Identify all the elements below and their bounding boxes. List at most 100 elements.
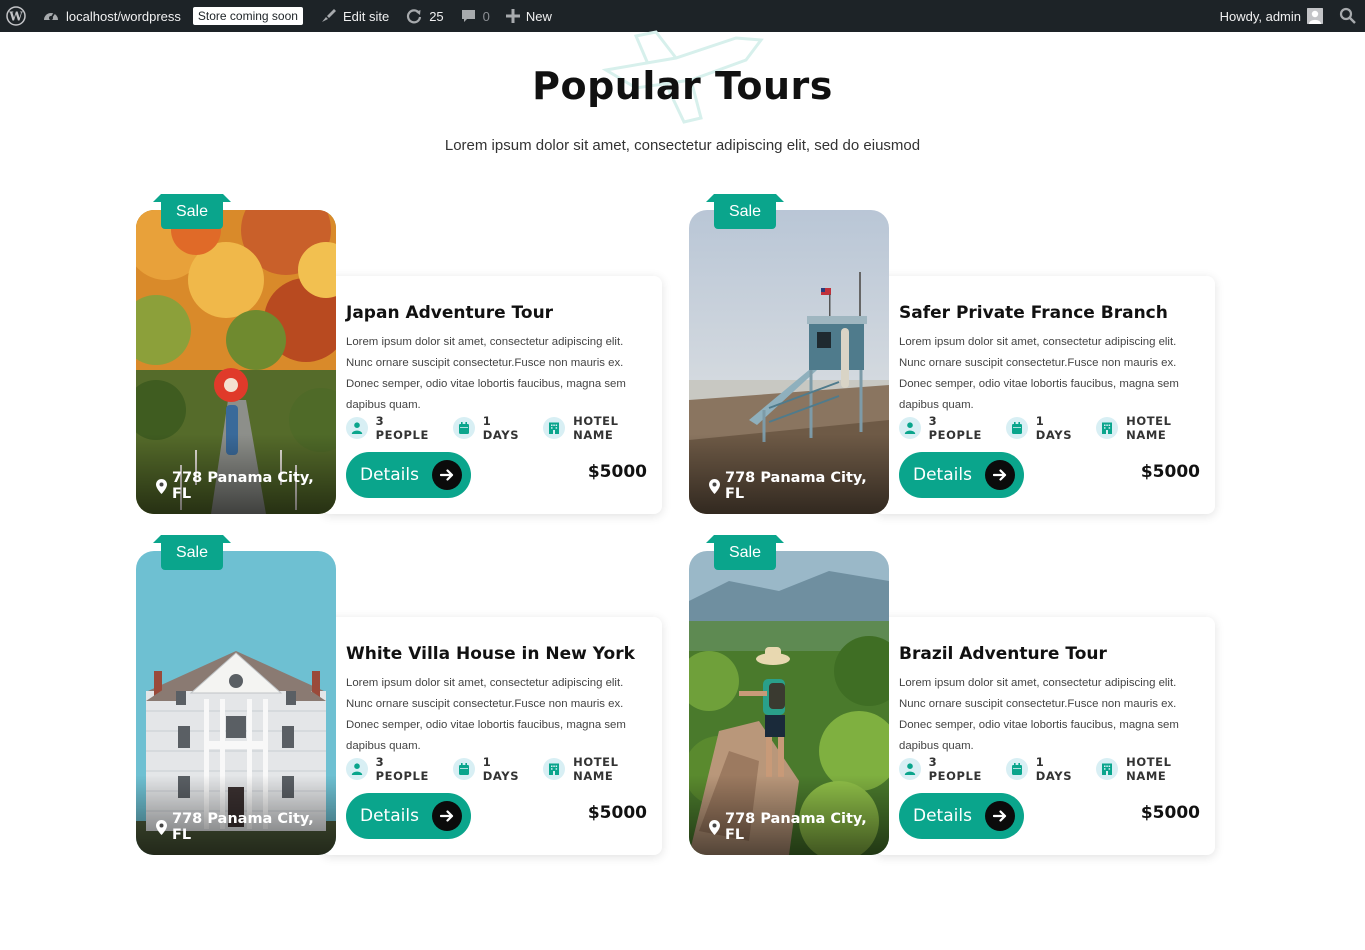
details-button[interactable]: Details bbox=[899, 452, 1024, 498]
tour-hotel: HOTEL NAME bbox=[1096, 755, 1215, 783]
map-pin-icon bbox=[709, 819, 720, 835]
refresh-icon bbox=[405, 7, 423, 25]
hotel-icon bbox=[1096, 758, 1119, 780]
tour-people-text: 3 PEOPLE bbox=[928, 414, 982, 442]
brush-icon bbox=[319, 7, 337, 25]
sale-tag: Sale bbox=[714, 202, 776, 229]
tour-people: 3 PEOPLE bbox=[899, 755, 994, 783]
tour-hotel: HOTEL NAME bbox=[1096, 414, 1215, 442]
tour-image-japan[interactable]: 778 Panama City, FL bbox=[136, 210, 336, 514]
details-button-label: Details bbox=[913, 806, 972, 826]
sale-tag-label: Sale bbox=[175, 203, 209, 220]
tour-days: 1 DAYS bbox=[1006, 755, 1084, 783]
sale-tag: Sale bbox=[161, 202, 223, 229]
tour-title[interactable]: Safer Private France Branch bbox=[899, 303, 1168, 323]
edit-site-link[interactable]: Edit site bbox=[311, 0, 397, 32]
my-account-menu[interactable]: Howdy, admin bbox=[1212, 0, 1331, 32]
tour-description: Lorem ipsum dolor sit amet, consectetur … bbox=[899, 677, 1179, 752]
tour-image-france[interactable]: 778 Panama City, FL bbox=[689, 210, 889, 514]
admin-bar: W localhost/wordpress Store coming soon … bbox=[0, 0, 1365, 32]
tour-location: 778 Panama City, FL bbox=[156, 470, 336, 502]
tour-hotel-text: HOTEL NAME bbox=[1126, 414, 1172, 442]
sale-tag-label: Sale bbox=[728, 203, 762, 220]
tour-people-text: 3 PEOPLE bbox=[375, 414, 429, 442]
calendar-icon bbox=[1006, 758, 1028, 780]
details-button-label: Details bbox=[913, 465, 972, 485]
tour-people: 3 PEOPLE bbox=[346, 414, 441, 442]
tour-location: 778 Panama City, FL bbox=[709, 811, 889, 843]
new-content-menu[interactable]: New bbox=[498, 0, 560, 32]
admin-search-button[interactable] bbox=[1331, 0, 1365, 32]
tour-people: 3 PEOPLE bbox=[346, 755, 441, 783]
comments-count: 0 bbox=[482, 8, 490, 24]
store-status-link[interactable]: Store coming soon bbox=[189, 0, 311, 32]
tour-title[interactable]: Japan Adventure Tour bbox=[346, 303, 553, 323]
sale-tag: Sale bbox=[161, 543, 223, 570]
section-subtitle: Lorem ipsum dolor sit amet, consectetur … bbox=[444, 137, 921, 154]
new-label: New bbox=[525, 8, 552, 24]
details-button-label: Details bbox=[360, 806, 419, 826]
tour-days-text: 1 DAYS bbox=[1035, 414, 1073, 442]
tour-location-text: 778 Panama City, FL bbox=[725, 470, 867, 502]
tour-days-text: 1 DAYS bbox=[482, 414, 520, 442]
comments-link[interactable]: 0 bbox=[452, 0, 498, 32]
person-icon bbox=[899, 417, 921, 439]
tour-location: 778 Panama City, FL bbox=[709, 470, 889, 502]
details-button[interactable]: Details bbox=[899, 793, 1024, 839]
tour-description: Lorem ipsum dolor sit amet, consectetur … bbox=[346, 677, 626, 752]
arrow-right-icon bbox=[985, 460, 1015, 490]
tour-meta: 3 PEOPLE 1 DAYS HOTEL NAME bbox=[899, 414, 1215, 442]
tour-price: $5000 bbox=[1140, 462, 1200, 482]
tour-image-villa[interactable]: 778 Panama City, FL bbox=[136, 551, 336, 855]
map-pin-icon bbox=[156, 819, 167, 835]
tour-days: 1 DAYS bbox=[453, 414, 531, 442]
tour-hotel: HOTEL NAME bbox=[543, 755, 662, 783]
details-button[interactable]: Details bbox=[346, 452, 471, 498]
tour-card: 778 Panama City, FL Sale Japan Adventure… bbox=[136, 202, 662, 514]
map-pin-icon bbox=[156, 478, 167, 494]
svg-text:W: W bbox=[8, 10, 23, 24]
hotel-icon bbox=[543, 417, 566, 439]
calendar-icon bbox=[453, 758, 475, 780]
edit-site-label: Edit site bbox=[342, 8, 390, 24]
calendar-icon bbox=[1006, 417, 1028, 439]
avatar bbox=[1307, 8, 1323, 24]
dashboard-icon bbox=[42, 7, 60, 25]
tour-title[interactable]: White Villa House in New York bbox=[346, 644, 635, 664]
search-icon bbox=[1339, 7, 1357, 25]
wordpress-icon: W bbox=[6, 6, 26, 26]
person-icon bbox=[346, 417, 368, 439]
hotel-icon bbox=[1096, 417, 1119, 439]
tour-location: 778 Panama City, FL bbox=[156, 811, 336, 843]
site-name: localhost/wordpress bbox=[66, 8, 181, 24]
sale-tag-label: Sale bbox=[728, 544, 762, 561]
tour-price: $5000 bbox=[1140, 803, 1200, 823]
tour-description: Lorem ipsum dolor sit amet, consectetur … bbox=[346, 336, 626, 411]
sale-tag-label: Sale bbox=[175, 544, 209, 561]
tour-days: 1 DAYS bbox=[453, 755, 531, 783]
howdy-label: Howdy, admin bbox=[1219, 8, 1301, 24]
arrow-right-icon bbox=[432, 801, 462, 831]
details-button[interactable]: Details bbox=[346, 793, 471, 839]
comment-icon bbox=[460, 8, 477, 25]
tour-image-brazil[interactable]: 778 Panama City, FL bbox=[689, 551, 889, 855]
sale-tag: Sale bbox=[714, 543, 776, 570]
tour-meta: 3 PEOPLE 1 DAYS HOTEL NAME bbox=[899, 755, 1215, 783]
tour-location-text: 778 Panama City, FL bbox=[725, 811, 867, 843]
tour-days-text: 1 DAYS bbox=[482, 755, 520, 783]
arrow-right-icon bbox=[985, 801, 1015, 831]
tour-card: 778 Panama City, FL Sale White Villa Hou… bbox=[136, 543, 662, 855]
tour-title[interactable]: Brazil Adventure Tour bbox=[899, 644, 1107, 664]
tour-location-text: 778 Panama City, FL bbox=[172, 470, 314, 502]
store-coming-soon-badge: Store coming soon bbox=[192, 7, 303, 25]
site-name-menu[interactable]: localhost/wordpress bbox=[34, 0, 189, 32]
wordpress-logo-menu[interactable]: W bbox=[0, 0, 34, 32]
tour-people-text: 3 PEOPLE bbox=[928, 755, 982, 783]
plus-icon bbox=[505, 9, 520, 23]
updates-link[interactable]: 25 bbox=[397, 0, 451, 32]
person-icon bbox=[346, 758, 368, 780]
tour-card: 778 Panama City, FL Sale Safer Private F… bbox=[689, 202, 1215, 514]
arrow-right-icon bbox=[432, 460, 462, 490]
tour-hotel-text: HOTEL NAME bbox=[573, 414, 619, 442]
updates-count: 25 bbox=[429, 8, 444, 24]
